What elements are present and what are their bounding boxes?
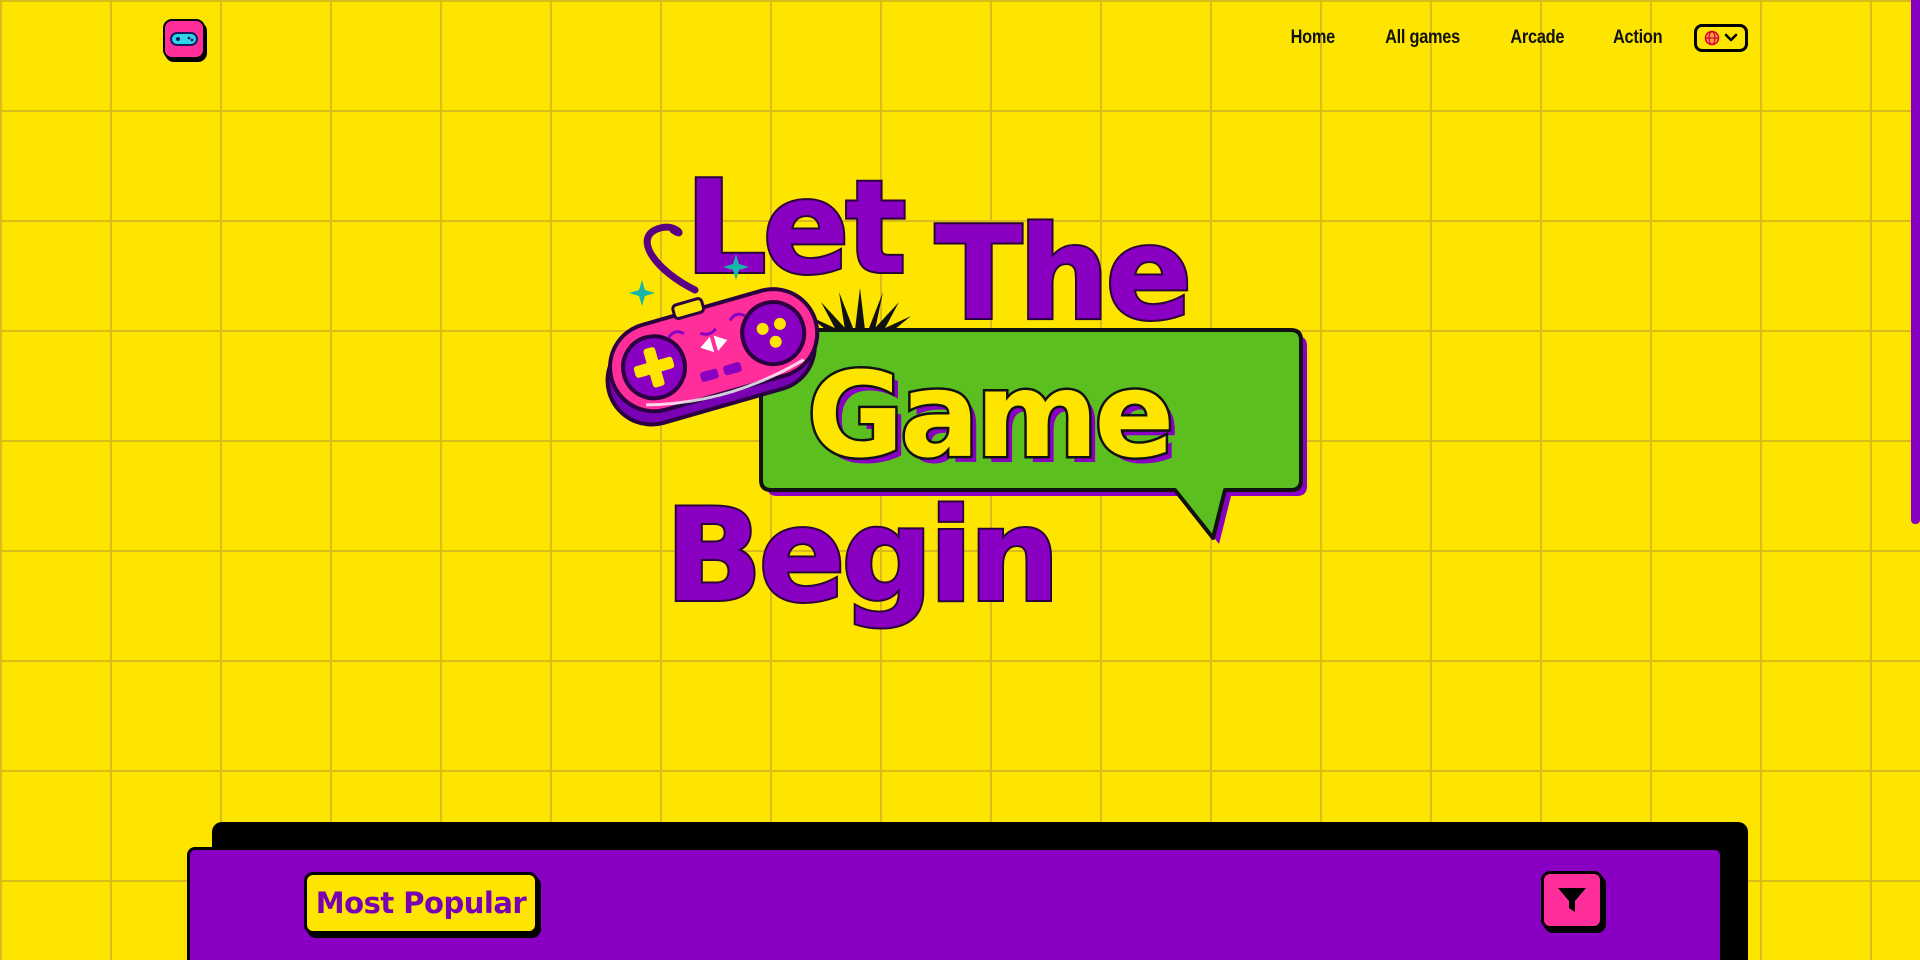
language-selector[interactable] bbox=[1694, 24, 1748, 52]
nav-all-games[interactable]: All games bbox=[1385, 27, 1460, 49]
scrollbar-thumb[interactable] bbox=[1911, 0, 1920, 524]
hero-word-game: Game bbox=[807, 346, 1170, 484]
chevron-down-icon bbox=[1724, 33, 1738, 42]
hero-word-begin: Begin bbox=[665, 482, 1056, 631]
main-nav: Home All games Arcade Action bbox=[1247, 24, 1748, 52]
hero-word-the: The bbox=[935, 200, 1188, 349]
globe-icon bbox=[1704, 30, 1720, 46]
gamepad-icon bbox=[170, 32, 198, 46]
site-logo[interactable] bbox=[163, 19, 205, 59]
hero-word-let: Let bbox=[685, 154, 904, 303]
nav-home[interactable]: Home bbox=[1291, 27, 1336, 49]
hero-title: Let The Game Game Begin bbox=[595, 152, 1315, 633]
scrollbar[interactable] bbox=[1910, 0, 1920, 960]
tab-most-popular[interactable]: Most Popular bbox=[304, 872, 538, 934]
sparkle-icon bbox=[629, 280, 655, 306]
filter-button[interactable] bbox=[1541, 871, 1603, 929]
nav-arcade[interactable]: Arcade bbox=[1510, 27, 1564, 49]
filter-icon bbox=[1558, 888, 1586, 912]
nav-action[interactable]: Action bbox=[1613, 27, 1663, 49]
